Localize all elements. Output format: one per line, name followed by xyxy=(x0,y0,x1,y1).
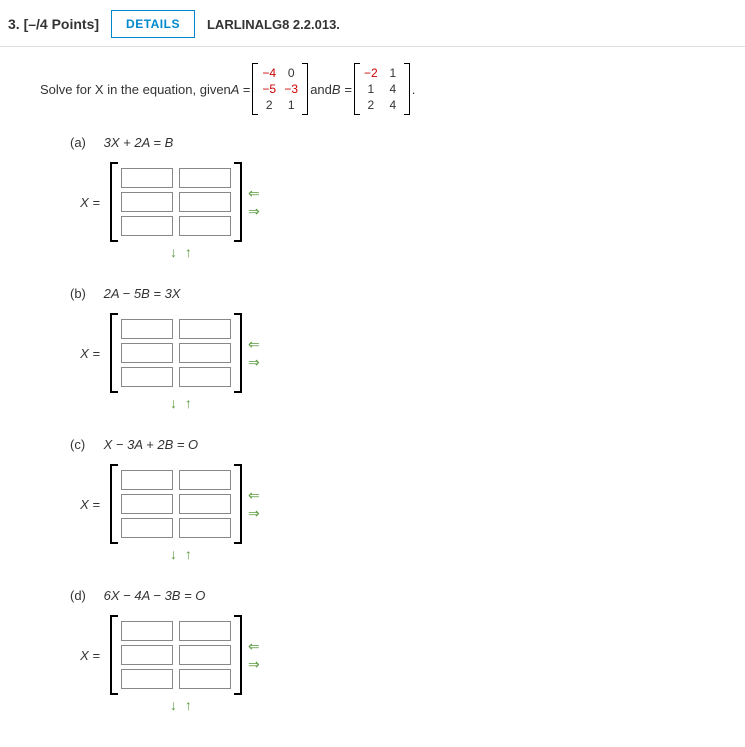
answer-row: X = ⇐ ⇒ xyxy=(70,313,713,393)
prompt-lead: Solve for X in the equation, given xyxy=(40,82,231,97)
answer-matrix xyxy=(110,162,242,242)
part-label: (b) 2A − 5B = 3X xyxy=(70,286,713,301)
matrix-cell-input[interactable] xyxy=(121,669,173,689)
part-equation: 3X + 2A = B xyxy=(104,135,174,150)
add-row-icon[interactable]: ↓ xyxy=(170,395,179,411)
row-arrows: ↓ ↑ xyxy=(170,546,713,562)
matrix-cell-input[interactable] xyxy=(179,367,231,387)
matrix-a: −4 −5 2 0 −3 1 xyxy=(252,63,308,115)
add-row-icon[interactable]: ↓ xyxy=(170,546,179,562)
part: (a) 3X + 2A = B X = ⇐ ⇒ xyxy=(70,135,713,260)
matrix-cell-input[interactable] xyxy=(179,645,231,665)
part-label: (a) 3X + 2A = B xyxy=(70,135,713,150)
add-row-icon[interactable]: ↓ xyxy=(170,697,179,713)
b-label: B = xyxy=(332,82,352,97)
matrix-cell-input[interactable] xyxy=(179,669,231,689)
remove-row-icon[interactable]: ↑ xyxy=(185,244,194,260)
answer-matrix xyxy=(110,313,242,393)
matrix-cell-input[interactable] xyxy=(121,192,173,212)
and-label: and xyxy=(310,82,332,97)
matrix-cell-input[interactable] xyxy=(179,168,231,188)
remove-row-icon[interactable]: ↑ xyxy=(185,546,194,562)
part: (d) 6X − 4A − 3B = O X = ⇐ ⇒ xyxy=(70,588,713,713)
a-label: A = xyxy=(231,82,250,97)
matrix-cell-input[interactable] xyxy=(121,343,173,363)
answer-matrix xyxy=(110,464,242,544)
add-row-icon[interactable]: ↓ xyxy=(170,244,179,260)
part: (c) X − 3A + 2B = O X = ⇐ ⇒ xyxy=(70,437,713,562)
row-arrows: ↓ ↑ xyxy=(170,395,713,411)
matrix-cell-input[interactable] xyxy=(121,621,173,641)
remove-col-icon[interactable]: ⇐ xyxy=(248,337,260,351)
matrix-cell-input[interactable] xyxy=(179,216,231,236)
answer-row: X = ⇐ ⇒ xyxy=(70,615,713,695)
add-col-icon[interactable]: ⇒ xyxy=(248,355,260,369)
matrix-cell-input[interactable] xyxy=(121,518,173,538)
part-letter: (a) xyxy=(70,135,100,150)
part-label: (c) X − 3A + 2B = O xyxy=(70,437,713,452)
question-id: LARLINALG8 2.2.013. xyxy=(207,17,340,32)
column-arrows: ⇐ ⇒ xyxy=(248,186,260,218)
matrix-cell-input[interactable] xyxy=(121,168,173,188)
matrix-cell-input[interactable] xyxy=(179,621,231,641)
part-equation: 2A − 5B = 3X xyxy=(104,286,181,301)
column-arrows: ⇐ ⇒ xyxy=(248,639,260,671)
matrix-b: −2 1 2 1 4 4 xyxy=(354,63,410,115)
remove-col-icon[interactable]: ⇐ xyxy=(248,186,260,200)
part: (b) 2A − 5B = 3X X = ⇐ ⇒ xyxy=(70,286,713,411)
answer-row: X = ⇐ ⇒ xyxy=(70,464,713,544)
matrix-cell-input[interactable] xyxy=(179,192,231,212)
matrix-cell-input[interactable] xyxy=(179,470,231,490)
matrix-cell-input[interactable] xyxy=(121,216,173,236)
x-equals-label: X = xyxy=(70,497,110,512)
remove-col-icon[interactable]: ⇐ xyxy=(248,639,260,653)
remove-row-icon[interactable]: ↑ xyxy=(185,395,194,411)
matrix-cell-input[interactable] xyxy=(179,494,231,514)
matrix-cell-input[interactable] xyxy=(121,367,173,387)
matrix-cell-input[interactable] xyxy=(179,518,231,538)
column-arrows: ⇐ ⇒ xyxy=(248,337,260,369)
add-col-icon[interactable]: ⇒ xyxy=(248,204,260,218)
remove-row-icon[interactable]: ↑ xyxy=(185,697,194,713)
content-area: Solve for X in the equation, given A = −… xyxy=(0,47,745,747)
part-letter: (c) xyxy=(70,437,100,452)
matrix-cell-input[interactable] xyxy=(121,470,173,490)
column-arrows: ⇐ ⇒ xyxy=(248,488,260,520)
part-equation: 6X − 4A − 3B = O xyxy=(104,588,206,603)
period: . xyxy=(412,82,416,97)
matrix-cell-input[interactable] xyxy=(121,645,173,665)
details-button[interactable]: DETAILS xyxy=(111,10,195,38)
add-col-icon[interactable]: ⇒ xyxy=(248,506,260,520)
matrix-cell-input[interactable] xyxy=(179,343,231,363)
part-label: (d) 6X − 4A − 3B = O xyxy=(70,588,713,603)
answer-matrix xyxy=(110,615,242,695)
matrix-cell-input[interactable] xyxy=(121,319,173,339)
x-equals-label: X = xyxy=(70,195,110,210)
add-col-icon[interactable]: ⇒ xyxy=(248,657,260,671)
x-equals-label: X = xyxy=(70,648,110,663)
x-equals-label: X = xyxy=(70,346,110,361)
question-header: 3. [–/4 Points] DETAILS LARLINALG8 2.2.0… xyxy=(0,0,745,47)
row-arrows: ↓ ↑ xyxy=(170,697,713,713)
part-letter: (b) xyxy=(70,286,100,301)
part-equation: X − 3A + 2B = O xyxy=(104,437,199,452)
remove-col-icon[interactable]: ⇐ xyxy=(248,488,260,502)
part-letter: (d) xyxy=(70,588,100,603)
question-label: 3. [–/4 Points] xyxy=(8,16,99,32)
matrix-cell-input[interactable] xyxy=(179,319,231,339)
prompt-line: Solve for X in the equation, given A = −… xyxy=(40,63,713,115)
answer-row: X = ⇐ ⇒ xyxy=(70,162,713,242)
row-arrows: ↓ ↑ xyxy=(170,244,713,260)
matrix-cell-input[interactable] xyxy=(121,494,173,514)
